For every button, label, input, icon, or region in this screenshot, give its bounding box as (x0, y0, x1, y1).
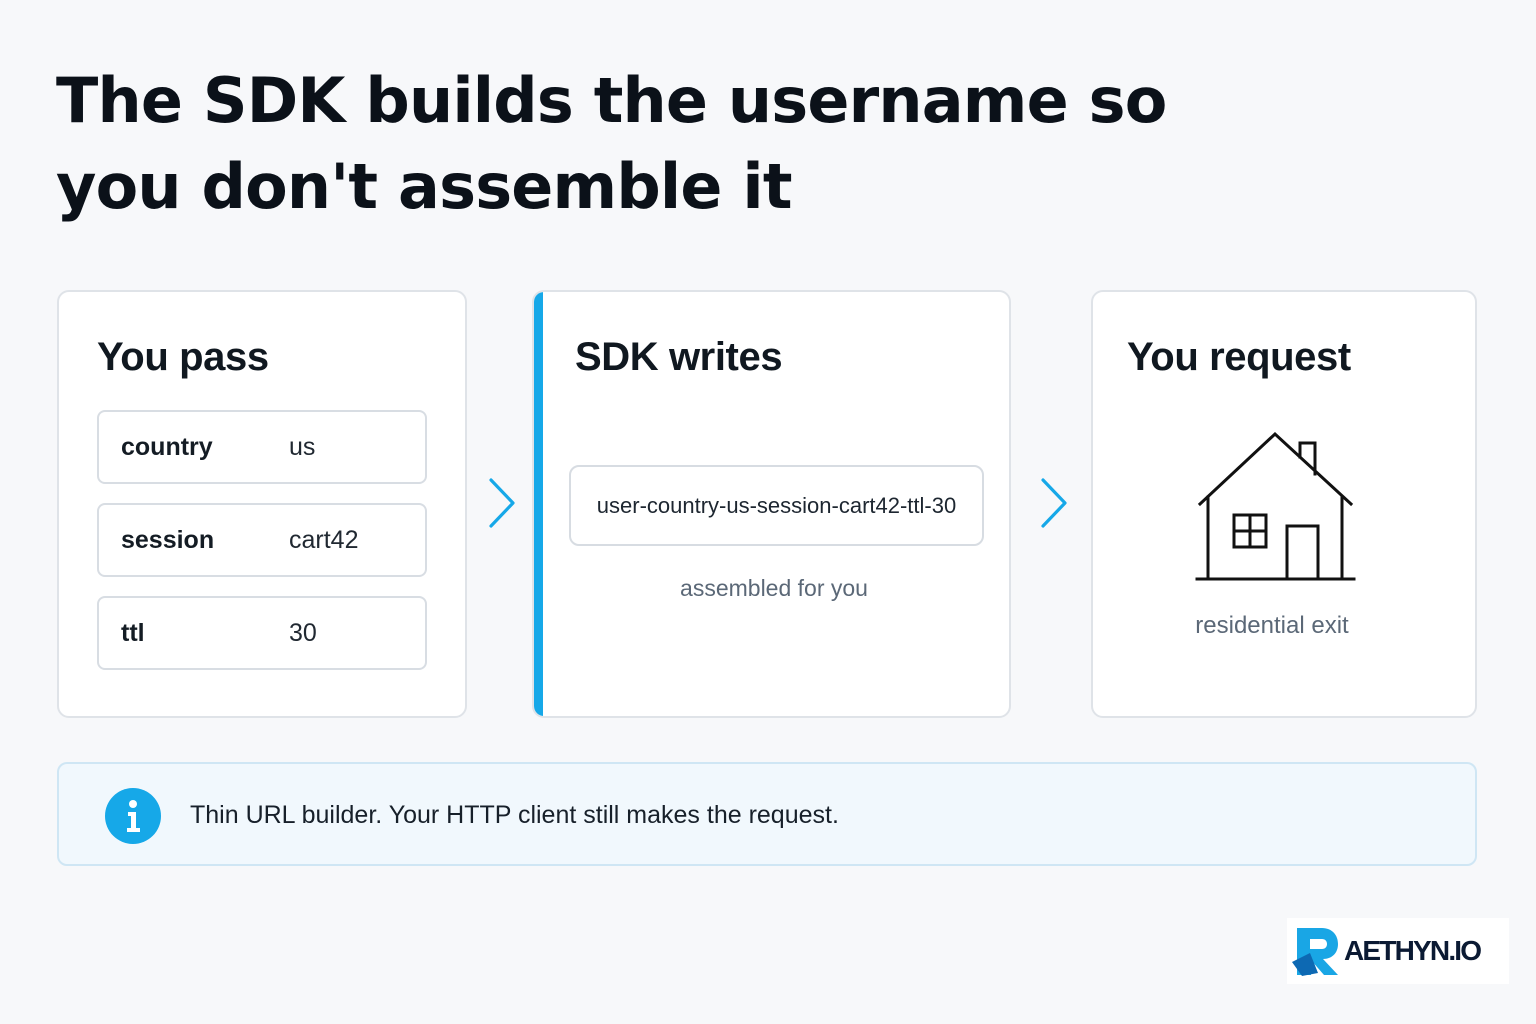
info-callout-text: Thin URL builder. Your HTTP client still… (190, 801, 839, 829)
brand-name: AETHYN.IO (1344, 935, 1482, 966)
parameter-value: cart42 (289, 526, 359, 554)
parameter-key: country (121, 433, 213, 461)
brand-logo: AETHYN.IO (1287, 918, 1509, 984)
parameter-ttl-row: ttl 30 (97, 596, 427, 670)
parameter-country-row: country us (97, 410, 427, 484)
info-icon (105, 788, 161, 844)
you-request-card: You request residential exit (1091, 290, 1477, 718)
sdk-writes-title: SDK writes (575, 335, 783, 379)
parameter-key: session (121, 526, 215, 554)
page-title: The SDK builds the username so you don't… (56, 64, 1167, 223)
aethyn-logo-icon (1292, 928, 1338, 976)
parameter-key: ttl (121, 619, 145, 647)
assembled-caption: assembled for you (680, 575, 868, 601)
you-request-title: You request (1127, 335, 1351, 379)
residential-exit-caption: residential exit (1195, 612, 1349, 639)
parameter-session-row: session cart42 (97, 503, 427, 577)
chevron-right-icon (489, 478, 515, 528)
chevron-right-icon (1041, 478, 1067, 528)
you-pass-title: You pass (97, 335, 269, 379)
house-icon (1195, 431, 1356, 581)
sdk-writes-card: SDK writes user-country-us-session-cart4… (532, 290, 1011, 718)
parameter-value: us (289, 433, 316, 461)
you-pass-card: You pass country us session cart42 ttl 3… (57, 290, 467, 718)
active-step-accent-bar (534, 292, 543, 716)
parameter-value: 30 (289, 619, 317, 647)
generated-username: user-country-us-session-cart42-ttl-30 (569, 465, 984, 546)
info-callout: Thin URL builder. Your HTTP client still… (57, 762, 1477, 866)
